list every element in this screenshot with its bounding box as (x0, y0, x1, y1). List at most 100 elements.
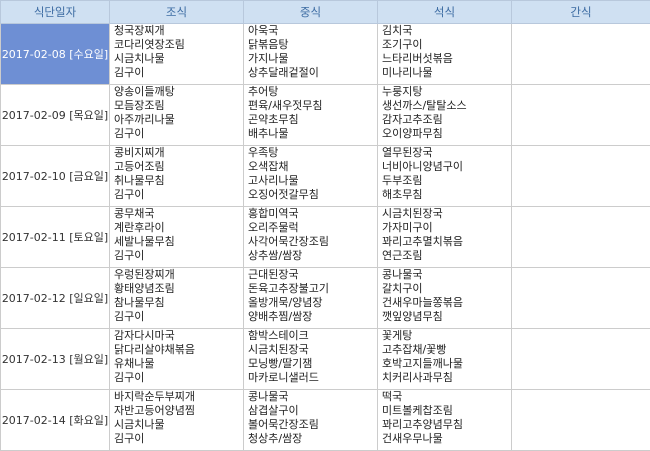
dish-item: 김구이 (114, 66, 145, 79)
header-breakfast: 조식 (109, 0, 244, 24)
lunch-cell: 홍합미역국 오리주물럭 사각어묵간장조림 상추쌈/쌈장 (243, 206, 378, 268)
dish-item: 청국장찌개 (114, 24, 165, 37)
dish-item: 누룽지탕 (382, 85, 423, 98)
table-row[interactable]: 2017-02-12 [일요일] 우렁된장찌개 황태양념조림 참나물무침 김구이 근대된장… (0, 267, 650, 329)
dish-item: 갈치구이 (382, 282, 423, 295)
dish-item: 삼겹살구이 (248, 404, 299, 417)
lunch-cell: 근대된장국 돈육고추장불고기 올방개묵/양념장 양배추찜/쌈장 (243, 267, 378, 329)
table-row[interactable]: 2017-02-09 [목요일] 양송이들깨탕 모듬장조림 아주까리나물 김구이 추어탕 편… (0, 84, 650, 146)
dish-item: 아주까리나물 (114, 113, 175, 126)
dish-item: 가지나물 (248, 52, 289, 65)
dinner-dish-list: 열무된장국 너비아니양념구이 두부조림 해초무침 (378, 146, 511, 202)
dish-item: 김구이 (114, 371, 145, 384)
dish-item: 콩무채국 (114, 207, 155, 220)
dish-item: 콩비지찌개 (114, 146, 165, 159)
table-row[interactable]: 2017-02-11 [토요일] 콩무채국 계란후라이 세발나물무침 김구이 홍합미역국 오… (0, 206, 650, 268)
dish-item: 시금치나물 (114, 418, 165, 431)
dish-item: 오리주물럭 (248, 221, 299, 234)
dish-item: 돈육고추장불고기 (248, 282, 329, 295)
date-cell[interactable]: 2017-02-14 [화요일] (0, 389, 110, 451)
lunch-dish-list: 아욱국 닭볶음탕 가지나물 상추달래겉절이 (244, 24, 377, 80)
date-cell[interactable]: 2017-02-12 [일요일] (0, 267, 110, 329)
dish-item: 김구이 (114, 127, 145, 140)
header-lunch: 중식 (243, 0, 378, 24)
date-cell[interactable]: 2017-02-10 [금요일] (0, 145, 110, 207)
dish-item: 계란후라이 (114, 221, 165, 234)
dish-item: 오색잡채 (248, 160, 289, 173)
date-cell[interactable]: 2017-02-13 [월요일] (0, 328, 110, 390)
lunch-cell: 아욱국 닭볶음탕 가지나물 상추달래겉절이 (243, 23, 378, 85)
dish-item: 감자다시마국 (114, 329, 175, 342)
breakfast-cell: 양송이들깨탕 모듬장조림 아주까리나물 김구이 (109, 84, 244, 146)
dinner-dish-list: 콩나물국 갈치구이 건새우마늘쫑볶음 깻잎양념무침 (378, 268, 511, 324)
dish-item: 떡국 (382, 390, 403, 403)
dish-item: 닭다리살야채볶음 (114, 343, 195, 356)
snack-cell (511, 206, 650, 268)
lunch-dish-list: 콩나물국 삼겹살구이 볼어묵간장조림 청상추/쌈장 (244, 390, 377, 446)
snack-cell (511, 389, 650, 451)
dinner-cell: 콩나물국 갈치구이 건새우마늘쫑볶음 깻잎양념무침 (377, 267, 512, 329)
snack-cell (511, 23, 650, 85)
table-row[interactable]: 2017-02-14 [화요일] 바지락순두부찌개 자반고등어양념찜 시금치나물 김구이… (0, 389, 650, 451)
menu-body: 2017-02-08 [수요일] 청국장찌개 코다리엿장조림 시금치나물 김구이 아욱국 닭… (0, 23, 650, 451)
dish-item: 치커리사과무침 (382, 371, 453, 384)
table-row[interactable]: 2017-02-13 [월요일] 감자다시마국 닭다리살야채볶음 유채나물 김구이 함박스… (0, 328, 650, 390)
date-cell[interactable]: 2017-02-08 [수요일] (0, 23, 110, 85)
dinner-cell: 시금치된장국 가자미구이 꽈리고추멸치볶음 연근조림 (377, 206, 512, 268)
dish-item: 꽈리고추양념무침 (382, 418, 463, 431)
lunch-dish-list: 함박스테이크 시금치된장국 모닝빵/딸기잼 마카로니샐러드 (244, 329, 377, 385)
dish-item: 시금치된장국 (248, 343, 309, 356)
dish-item: 미나리나물 (382, 66, 433, 79)
snack-cell (511, 328, 650, 390)
breakfast-cell: 청국장찌개 코다리엿장조림 시금치나물 김구이 (109, 23, 244, 85)
snack-cell (511, 145, 650, 207)
header-dinner: 석식 (377, 0, 512, 24)
lunch-cell: 추어탕 편육/새우젓무침 곤약초무침 배추나물 (243, 84, 378, 146)
dish-item: 코다리엿장조림 (114, 38, 185, 51)
dish-item: 황태양념조림 (114, 282, 175, 295)
breakfast-dish-list: 콩비지찌개 고등어조림 취나물무침 김구이 (110, 146, 243, 202)
table-row[interactable]: 2017-02-10 [금요일] 콩비지찌개 고등어조림 취나물무침 김구이 우족탕 오색잡… (0, 145, 650, 207)
breakfast-dish-list: 감자다시마국 닭다리살야채볶음 유채나물 김구이 (110, 329, 243, 385)
dish-item: 고사리나물 (248, 174, 299, 187)
dish-item: 너비아니양념구이 (382, 160, 463, 173)
dish-item: 김치국 (382, 24, 413, 37)
header-snack: 간식 (511, 0, 650, 24)
dish-item: 양송이들깨탕 (114, 85, 175, 98)
dish-item: 편육/새우젓무침 (248, 99, 323, 112)
dish-item: 참나물무침 (114, 296, 165, 309)
date-cell[interactable]: 2017-02-09 [목요일] (0, 84, 110, 146)
dish-item: 올방개묵/양념장 (248, 296, 323, 309)
dinner-cell: 김치국 조기구이 느타리버섯볶음 미나리나물 (377, 23, 512, 85)
dish-item: 건새우무나물 (382, 432, 443, 445)
dish-item: 청상추/쌈장 (248, 432, 303, 445)
header-date: 식단일자 (0, 0, 110, 24)
dinner-cell: 열무된장국 너비아니양념구이 두부조림 해초무침 (377, 145, 512, 207)
dish-item: 꽃게탕 (382, 329, 413, 342)
dish-item: 추어탕 (248, 85, 279, 98)
lunch-cell: 우족탕 오색잡채 고사리나물 오징어젓갈무침 (243, 145, 378, 207)
dish-item: 사각어묵간장조림 (248, 235, 329, 248)
dish-item: 세발나물무침 (114, 235, 175, 248)
dish-item: 김구이 (114, 249, 145, 262)
dish-item: 모듬장조림 (114, 99, 165, 112)
breakfast-dish-list: 청국장찌개 코다리엿장조림 시금치나물 김구이 (110, 24, 243, 80)
lunch-cell: 콩나물국 삼겹살구이 볼어묵간장조림 청상추/쌈장 (243, 389, 378, 451)
dish-item: 김구이 (114, 432, 145, 445)
breakfast-cell: 콩비지찌개 고등어조림 취나물무침 김구이 (109, 145, 244, 207)
lunch-cell: 함박스테이크 시금치된장국 모닝빵/딸기잼 마카로니샐러드 (243, 328, 378, 390)
table-row[interactable]: 2017-02-08 [수요일] 청국장찌개 코다리엿장조림 시금치나물 김구이 아욱국 닭… (0, 23, 650, 85)
date-cell[interactable]: 2017-02-11 [토요일] (0, 206, 110, 268)
dish-item: 볼어묵간장조림 (248, 418, 319, 431)
breakfast-cell: 콩무채국 계란후라이 세발나물무침 김구이 (109, 206, 244, 268)
breakfast-cell: 바지락순두부찌개 자반고등어양념찜 시금치나물 김구이 (109, 389, 244, 451)
dish-item: 함박스테이크 (248, 329, 309, 342)
dinner-dish-list: 떡국 미트볼케찹조림 꽈리고추양념무침 건새우무나물 (378, 390, 511, 446)
dinner-dish-list: 꽃게탕 고추잡채/꽃빵 호박고지들깨나물 치커리사과무침 (378, 329, 511, 385)
dish-item: 배추나물 (248, 127, 289, 140)
breakfast-dish-list: 우렁된장찌개 황태양념조림 참나물무침 김구이 (110, 268, 243, 324)
dish-item: 콩나물국 (382, 268, 423, 281)
dish-item: 양배추찜/쌈장 (248, 310, 313, 323)
dish-item: 호박고지들깨나물 (382, 357, 463, 370)
breakfast-dish-list: 양송이들깨탕 모듬장조림 아주까리나물 김구이 (110, 85, 243, 141)
